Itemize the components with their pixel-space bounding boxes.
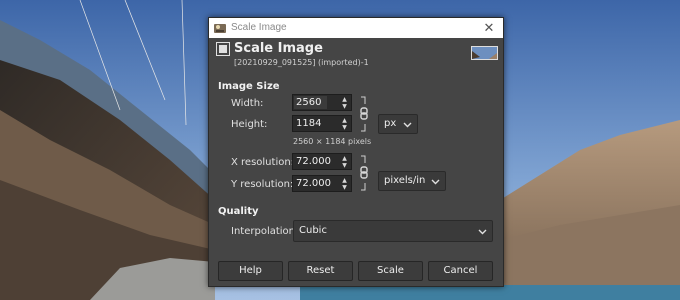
size-unit-combo[interactable]: px bbox=[378, 114, 418, 134]
resolution-unit-value: pixels/in bbox=[384, 175, 426, 186]
scale-button[interactable]: Scale bbox=[358, 261, 423, 281]
chevron-down-icon bbox=[431, 179, 440, 185]
gimp-app-icon bbox=[214, 24, 226, 33]
help-button[interactable]: Help bbox=[218, 261, 283, 281]
x-resolution-label: X resolution: bbox=[231, 157, 295, 168]
header-subtitle: [20210929_091525] (imported)-1 bbox=[234, 58, 369, 67]
x-resolution-spinbutton[interactable]: 72.000 ▲ ▼ bbox=[292, 153, 352, 170]
chevron-down-icon bbox=[403, 122, 412, 128]
window-title: Scale Image bbox=[231, 22, 287, 33]
chain-link-icon[interactable] bbox=[359, 155, 369, 191]
scale-image-icon bbox=[216, 42, 230, 56]
y-resolution-label: Y resolution: bbox=[231, 179, 294, 190]
spin-up-icon[interactable]: ▲ bbox=[340, 155, 349, 162]
interpolation-combo[interactable]: Cubic bbox=[293, 220, 493, 242]
spin-down-icon[interactable]: ▼ bbox=[340, 103, 349, 110]
spin-down-icon[interactable]: ▼ bbox=[340, 124, 349, 131]
x-resolution-value: 72.000 bbox=[296, 156, 331, 167]
y-resolution-spinbutton[interactable]: 72.000 ▲ ▼ bbox=[292, 175, 352, 192]
height-spinbutton[interactable]: 1184 ▲ ▼ bbox=[292, 115, 352, 132]
spin-up-icon[interactable]: ▲ bbox=[340, 117, 349, 124]
height-label: Height: bbox=[231, 119, 268, 130]
resolution-unit-combo[interactable]: pixels/in bbox=[378, 171, 446, 191]
close-icon[interactable]: ✕ bbox=[481, 20, 497, 36]
reset-button[interactable]: Reset bbox=[288, 261, 353, 281]
chevron-down-icon bbox=[478, 229, 487, 235]
size-unit-value: px bbox=[384, 118, 397, 129]
image-size-section-title: Image Size bbox=[218, 81, 280, 92]
window-titlebar[interactable]: Scale Image ✕ bbox=[209, 18, 503, 38]
y-resolution-value: 72.000 bbox=[296, 178, 331, 189]
width-label: Width: bbox=[231, 98, 264, 109]
quality-section-title: Quality bbox=[218, 206, 259, 217]
pixels-note: 2560 × 1184 pixels bbox=[293, 137, 372, 146]
spin-down-icon[interactable]: ▼ bbox=[340, 162, 349, 169]
header-title: Scale Image bbox=[234, 41, 323, 56]
width-spinbutton[interactable]: 2560 ▲ ▼ bbox=[292, 94, 352, 111]
spin-up-icon[interactable]: ▲ bbox=[340, 177, 349, 184]
interpolation-value: Cubic bbox=[299, 225, 327, 236]
height-value: 1184 bbox=[296, 118, 322, 129]
spin-up-icon[interactable]: ▲ bbox=[340, 96, 349, 103]
dialog-header: Scale Image [20210929_091525] (imported)… bbox=[209, 38, 503, 72]
cancel-button[interactable]: Cancel bbox=[428, 261, 493, 281]
scale-image-dialog: Scale Image ✕ Scale Image [20210929_0915… bbox=[208, 17, 504, 287]
image-thumbnail bbox=[471, 46, 498, 60]
spin-down-icon[interactable]: ▼ bbox=[340, 184, 349, 191]
width-value: 2560 bbox=[296, 97, 322, 108]
chain-link-icon[interactable] bbox=[359, 96, 369, 132]
interpolation-label: Interpolation: bbox=[231, 226, 299, 237]
